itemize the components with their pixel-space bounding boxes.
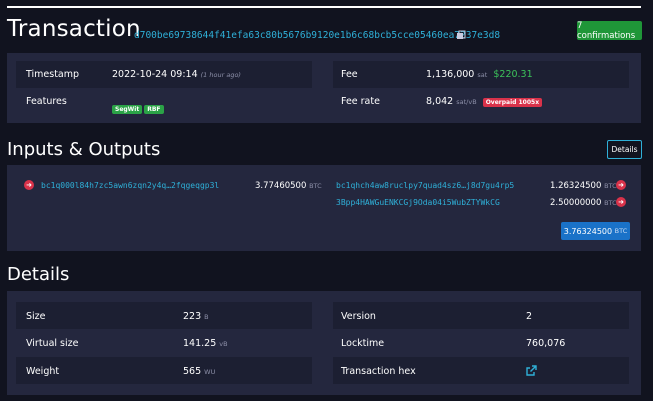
locktime-value: 760,076 [526, 338, 566, 349]
page-title: Transaction [7, 16, 141, 42]
fee-usd: $220.31 [493, 69, 533, 80]
version-value: 2 [526, 311, 533, 322]
details-title: Details [7, 264, 70, 285]
confirmations-badge[interactable]: 7 confirmations [577, 21, 642, 41]
timestamp-label: Timestamp [26, 69, 80, 80]
feerate-label: Fee rate [341, 96, 380, 107]
version-label: Version [341, 311, 376, 322]
fee-label: Fee [341, 69, 358, 80]
size-value: 223 B [183, 311, 209, 322]
weight-label: Weight [26, 366, 60, 377]
overpaid-badge: Overpaid 1005x [482, 98, 543, 107]
external-link-icon[interactable] [526, 365, 537, 376]
io-panel: ➜ bc1q000l84h7zc5awn6zqn2y4q…2fqgeqgp3l … [7, 165, 641, 251]
output-amount-2: 2.50000000 BTC [550, 198, 617, 208]
details-button[interactable]: Details [607, 140, 642, 159]
input-amount: 3.77460500 BTC [255, 181, 322, 191]
io-title: Inputs & Outputs [7, 139, 161, 160]
version-row: Version 2 [333, 302, 629, 329]
hex-label: Transaction hex [341, 366, 416, 377]
segwit-tag: SegWit [112, 105, 143, 114]
output-amount-1: 1.26324500 BTC [550, 181, 617, 191]
size-label: Size [26, 311, 46, 322]
weight-value: 565 WU [183, 366, 216, 377]
input-address[interactable]: bc1q000l84h7zc5awn6zqn2y4q…2fqgeqgp3l [41, 181, 219, 190]
fee-unit: sat [477, 71, 488, 79]
details-panel: Size 223 B Virtual size 141.25 vB Weight… [7, 291, 641, 395]
size-row: Size 223 B [16, 302, 312, 329]
fee-value: 1,136,000 sat $220.31 [426, 69, 533, 80]
total-amount-button[interactable]: 3.76324500 BTC [561, 222, 630, 240]
feerate-value: 8,042 sat/vB Overpaid 1005x [426, 96, 544, 107]
overview-panel: Timestamp 2022-10-24 09:14 (1 hour ago) … [7, 53, 641, 123]
rbf-tag: RBF [144, 105, 164, 114]
top-divider [7, 6, 641, 8]
output-arrow-icon-1[interactable]: ➜ [616, 180, 626, 190]
txid-link[interactable]: d700be69738644f41efa63c80b5676b9120e1b6c… [134, 30, 500, 41]
vsize-label: Virtual size [26, 338, 79, 349]
output-arrow-icon-2[interactable]: ➜ [616, 197, 626, 207]
features-label: Features [26, 96, 67, 107]
timestamp-row: Timestamp 2022-10-24 09:14 (1 hour ago) [16, 61, 312, 88]
weight-row: Weight 565 WU [16, 357, 312, 384]
timestamp-value: 2022-10-24 09:14 (1 hour ago) [112, 69, 241, 80]
hex-row: Transaction hex [333, 357, 629, 384]
feerate-unit: sat/vB [456, 98, 477, 106]
input-arrow-icon[interactable]: ➜ [24, 180, 34, 190]
locktime-label: Locktime [341, 338, 385, 349]
timestamp-ago: (1 hour ago) [200, 71, 241, 79]
feature-tags: SegWit RBF [112, 96, 166, 115]
copy-icon[interactable] [456, 30, 466, 40]
output-address-1[interactable]: bc1qhch4aw8ruclpy7quad4sz6…j8d7gu4rp5 [336, 181, 514, 190]
output-address-2[interactable]: 3Bpp4HAWGuENKCGj9Oda04i5WubZTYWkCG [336, 198, 500, 207]
fee-row: Fee 1,136,000 sat $220.31 [333, 61, 629, 88]
vsize-value: 141.25 vB [183, 338, 228, 349]
